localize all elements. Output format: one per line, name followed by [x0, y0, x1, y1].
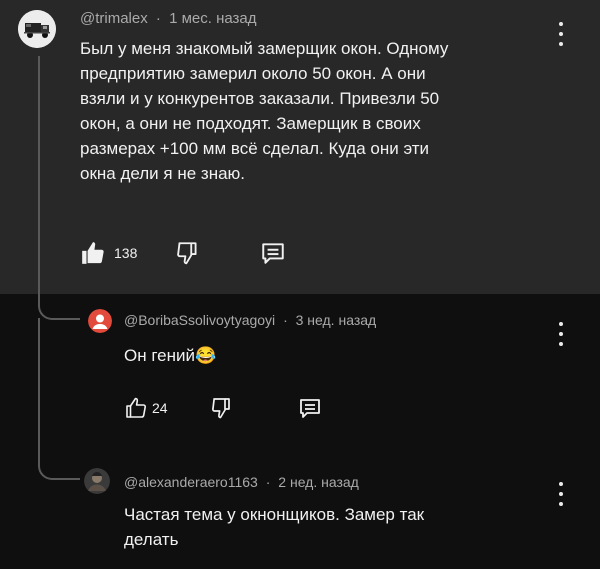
thumbs-up-icon: [126, 397, 147, 418]
like-count: 138: [114, 245, 138, 261]
comment-text-line: Был у меня знакомый замерщик окон. Одном…: [80, 39, 449, 58]
avatar[interactable]: [18, 10, 56, 48]
comment-icon: [300, 399, 320, 418]
avatar[interactable]: [84, 468, 110, 494]
laughing-emoji: 😂: [195, 346, 217, 365]
comment-text: Он гений😂: [124, 343, 216, 368]
comment-text: Был у меня знакомый замерщик окон. Одном…: [80, 36, 560, 186]
separator: ·: [265, 474, 271, 490]
separator: ·: [283, 312, 288, 328]
thread-line: [38, 56, 40, 296]
truck-logo-icon: [18, 10, 56, 48]
dislike-button[interactable]: [175, 240, 201, 266]
comment-author[interactable]: @alexanderaero1163: [124, 474, 258, 490]
thread-connector: [38, 296, 80, 320]
like-count: 24: [152, 400, 168, 416]
reply-button[interactable]: [260, 240, 286, 266]
comment-text-line: окна дели я не знаю.: [80, 164, 246, 183]
separator: ·: [155, 10, 161, 27]
reply-button[interactable]: [298, 396, 322, 420]
comment-author[interactable]: @trimalex: [80, 10, 148, 27]
like-button[interactable]: 24: [124, 396, 168, 420]
more-vert-icon[interactable]: [556, 482, 566, 506]
more-vert-icon[interactable]: [556, 322, 566, 346]
comment-text-line: предприятию замерил около 50 окон. А они: [80, 64, 426, 83]
thread-connector: [38, 456, 80, 480]
comment-author[interactable]: @BoribaSsolivoytyagoyi: [124, 312, 275, 328]
comment-icon: [262, 243, 284, 264]
comment-time[interactable]: 1 мес. назад: [169, 10, 256, 27]
thumbs-down-icon: [177, 242, 197, 265]
thumbs-up-icon: [82, 242, 104, 264]
comment-time[interactable]: 3 нед. назад: [296, 312, 377, 328]
dislike-button[interactable]: [210, 396, 234, 420]
comment-time[interactable]: 2 нед. назад: [278, 474, 359, 490]
like-button[interactable]: 138: [80, 240, 137, 266]
comment-text-line: делать: [124, 530, 179, 549]
reply-text: Он гений: [124, 346, 195, 365]
comment-text: Частая тема у окнонщиков. Замер так дела…: [124, 502, 544, 552]
user-photo-icon: [84, 468, 110, 494]
comment-text-line: Частая тема у окнонщиков. Замер так: [124, 505, 425, 524]
avatar[interactable]: [88, 309, 112, 333]
comment-text-line: взяли и у конкурентов заказали. Привезли…: [80, 89, 440, 108]
comment-text-line: размерах +100 мм всё сделал. Куда они эт…: [80, 139, 430, 158]
thread-line: [38, 318, 40, 458]
thumbs-down-icon: [212, 398, 230, 419]
comment-text-line: окон, а они не подходят. Замерщик в свои…: [80, 114, 421, 133]
user-avatar-icon: [88, 309, 112, 333]
